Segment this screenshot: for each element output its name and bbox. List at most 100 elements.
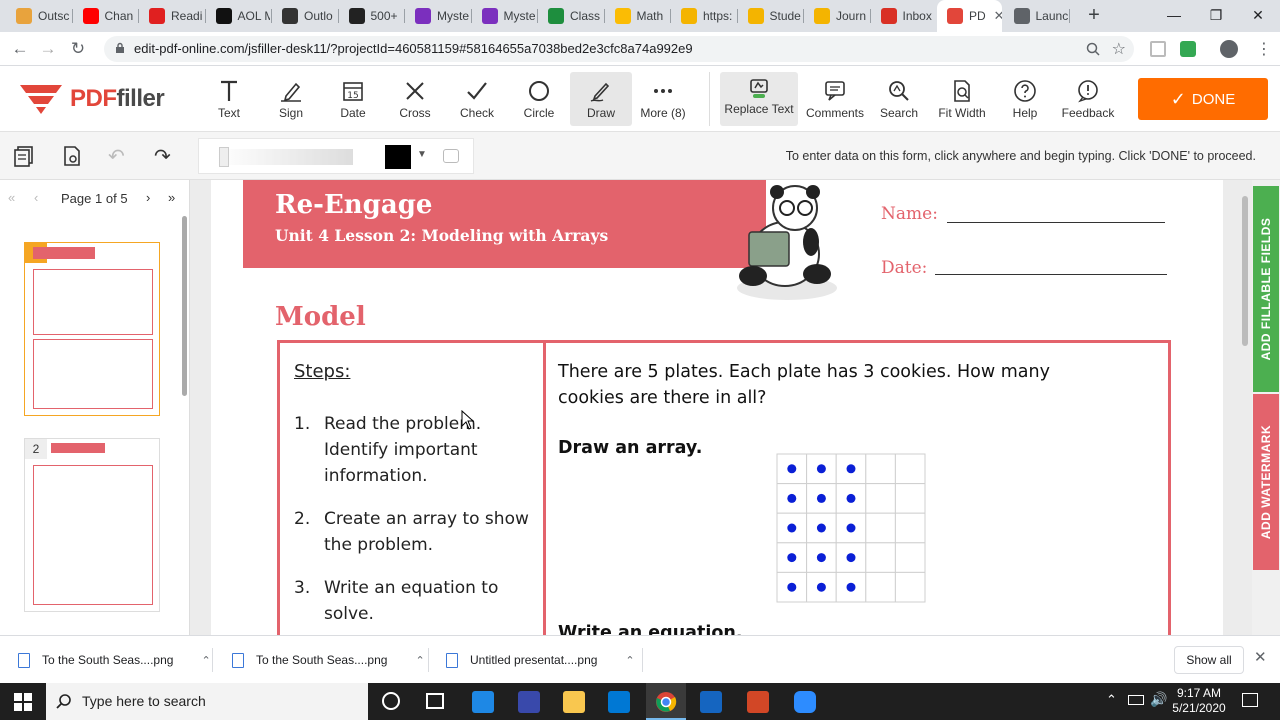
zoom-app-icon[interactable] — [794, 691, 816, 713]
url-omnibox[interactable]: edit-pdf-online.com/jsfiller-desk11/?pro… — [104, 36, 1134, 62]
redo-icon[interactable]: ↷ — [154, 144, 171, 169]
add-watermark-tab[interactable]: ADD WATERMARK — [1253, 394, 1279, 570]
chevron-up-icon[interactable]: ⌃ — [625, 654, 634, 667]
pages-icon[interactable] — [12, 144, 36, 168]
done-button[interactable]: ✓ DONE — [1138, 78, 1268, 120]
microsoft-store-icon[interactable] — [608, 691, 630, 713]
tool-date-button[interactable]: 15 Date — [322, 72, 384, 126]
chevron-up-icon[interactable]: ⌃ — [201, 654, 210, 667]
store-calculator-icon[interactable] — [518, 691, 540, 713]
powerpoint-icon[interactable] — [747, 691, 769, 713]
link-icon[interactable] — [443, 149, 459, 163]
menu-kebab-icon[interactable]: ⋮ — [1256, 39, 1272, 59]
tool-help-button[interactable]: Help — [994, 72, 1056, 126]
add-fillable-fields-tab[interactable]: ADD FILLABLE FIELDS — [1253, 186, 1279, 392]
browser-tab[interactable]: Journ — [804, 0, 869, 32]
close-window-button[interactable]: ✕ — [1246, 4, 1270, 26]
cortana-icon[interactable] — [382, 692, 400, 710]
system-clock[interactable]: 9:17 AM 5/21/2020 — [1168, 686, 1230, 716]
extension-green-icon[interactable] — [1180, 41, 1196, 57]
maximize-button[interactable]: ❐ — [1204, 4, 1228, 26]
browser-tab[interactable]: Outsc — [6, 0, 71, 32]
pdf-page[interactable]: Re-Engage Unit 4 Lesson 2: Modeling with… — [211, 180, 1223, 635]
tool-label: Feedback — [1061, 106, 1115, 120]
color-swatch[interactable] — [385, 145, 411, 169]
browser-tab[interactable]: Myste — [405, 0, 470, 32]
taskbar-search[interactable]: Type here to search — [46, 683, 368, 720]
chevron-up-icon[interactable]: ⌃ — [1106, 692, 1117, 708]
tab-label: Math — [636, 9, 664, 23]
prev-page-icon[interactable]: ‹ — [34, 190, 38, 205]
mail-icon[interactable] — [472, 691, 494, 713]
document-viewport[interactable]: Re-Engage Unit 4 Lesson 2: Modeling with… — [190, 180, 1252, 635]
battery-icon[interactable] — [1128, 695, 1144, 705]
reload-button[interactable]: ↻ — [66, 37, 90, 61]
tool-cross-button[interactable]: Cross — [384, 72, 446, 126]
download-item[interactable]: To the South Seas....png ⌃ — [18, 644, 211, 676]
array-cell — [894, 542, 926, 573]
name-label: Name: — [881, 204, 938, 224]
forward-button[interactable]: → — [36, 37, 60, 61]
browser-tab[interactable]: Math — [605, 0, 670, 32]
page-settings-icon[interactable] — [60, 144, 84, 168]
replace-text-button[interactable]: Replace Text — [720, 72, 798, 126]
browser-tab[interactable]: Class — [538, 0, 603, 32]
thickness-slider[interactable] — [217, 149, 353, 165]
browser-tab[interactable]: 500+ — [339, 0, 404, 32]
browser-tab[interactable]: https: — [671, 0, 736, 32]
pdffiller-logo[interactable]: PDFfiller — [20, 82, 165, 116]
browser-tab[interactable]: Stude — [738, 0, 803, 32]
sidebar-scrollbar[interactable] — [182, 216, 187, 396]
tool-comments-button[interactable]: Comments — [800, 72, 870, 126]
tool-fit-width-button[interactable]: Fit Width — [930, 72, 994, 126]
tool-check-button[interactable]: Check — [446, 72, 508, 126]
photos-icon[interactable] — [700, 691, 722, 713]
download-item[interactable]: Untitled presentat....png ⌃ — [446, 644, 635, 676]
tool-more-button[interactable]: More (8) — [632, 72, 694, 126]
browser-tab[interactable]: Readi — [139, 0, 204, 32]
download-item[interactable]: To the South Seas....png ⌃ — [232, 644, 425, 676]
page-thumbnail-1[interactable]: 1 — [24, 242, 160, 416]
next-page-icon[interactable]: › — [146, 190, 150, 205]
extension-icon[interactable] — [1150, 41, 1166, 57]
back-button[interactable]: ← — [8, 37, 32, 61]
date-field[interactable] — [935, 274, 1167, 275]
windows-start-icon[interactable] — [14, 693, 32, 711]
undo-icon[interactable]: ↶ — [108, 144, 125, 169]
tool-feedback-button[interactable]: Feedback — [1056, 72, 1120, 126]
tool-draw-button[interactable]: Draw — [570, 72, 632, 126]
chevron-up-icon[interactable]: ⌃ — [415, 654, 424, 667]
page-thumbnail-2[interactable]: 2 — [24, 438, 160, 612]
zoom-icon[interactable] — [1086, 42, 1100, 56]
browser-tab[interactable]: Launc — [1004, 0, 1068, 32]
task-view-icon[interactable] — [426, 693, 444, 709]
profile-avatar[interactable] — [1220, 40, 1238, 58]
browser-tab[interactable]: Chan — [73, 0, 138, 32]
tool-search-button[interactable]: Search — [868, 72, 930, 126]
tool-circle-button[interactable]: Circle — [508, 72, 570, 126]
volume-icon[interactable]: 🔊 — [1150, 691, 1167, 708]
new-tab-button[interactable]: + — [1082, 4, 1106, 28]
browser-tab[interactable]: PD ✕ — [937, 0, 1002, 32]
document-scrollbar[interactable] — [1242, 196, 1248, 346]
tool-text-button[interactable]: Text — [198, 72, 260, 126]
browser-tab[interactable]: Inbox — [871, 0, 936, 32]
bookmark-star-icon[interactable]: ☆ — [1112, 39, 1126, 59]
close-tab-icon[interactable]: ✕ — [994, 8, 1002, 24]
circle-icon — [508, 78, 570, 104]
browser-tab[interactable]: AOL M — [206, 0, 270, 32]
first-page-icon[interactable]: « — [8, 190, 15, 205]
notifications-icon[interactable] — [1242, 693, 1258, 707]
tool-sign-button[interactable]: Sign — [260, 72, 322, 126]
last-page-icon[interactable]: » — [168, 190, 175, 205]
close-downloads-icon[interactable]: ✕ — [1254, 648, 1267, 666]
chevron-down-icon[interactable]: ▼ — [417, 149, 427, 160]
minimize-button[interactable]: — — [1162, 4, 1186, 26]
name-field[interactable] — [947, 222, 1165, 223]
browser-tab[interactable]: Outlo — [272, 0, 337, 32]
file-explorer-icon[interactable] — [563, 691, 585, 713]
slider-handle[interactable] — [219, 147, 229, 167]
browser-tab[interactable]: Myste — [472, 0, 537, 32]
chrome-taskbar-button[interactable] — [646, 683, 686, 720]
show-all-button[interactable]: Show all — [1174, 646, 1244, 674]
